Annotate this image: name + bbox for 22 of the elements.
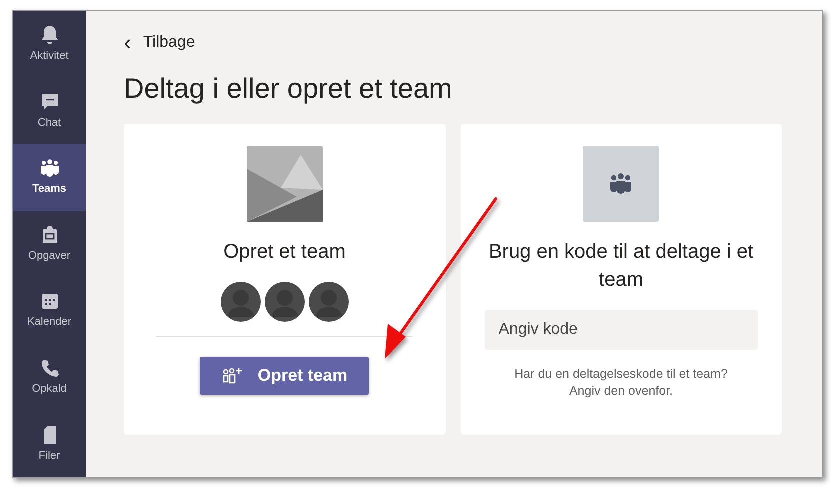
hint-text: Har du en deltagelseskode til et team? Angiv den ovenfor. bbox=[514, 366, 729, 400]
avatar-icon bbox=[220, 282, 261, 322]
teams-icon bbox=[583, 146, 660, 222]
sidebar-item[interactable]: Filer bbox=[13, 410, 86, 477]
create-team-button[interactable]: Opret team bbox=[200, 356, 370, 395]
sidebar-item[interactable]: Chat bbox=[13, 78, 86, 144]
back-link[interactable]: ‹ Tilbage bbox=[124, 31, 196, 55]
add-people-icon bbox=[222, 366, 244, 386]
avatar-icon bbox=[308, 282, 349, 322]
teams-icon bbox=[38, 157, 60, 180]
sidebar-item[interactable]: Kalender bbox=[13, 277, 86, 344]
sidebar-item[interactable]: Opgaver bbox=[13, 210, 86, 278]
code-input-field[interactable]: Angiv kode bbox=[484, 310, 758, 350]
sidebar-item[interactable]: Opkald bbox=[13, 344, 86, 410]
sidebar-item[interactable]: Aktivitet bbox=[13, 11, 86, 78]
card-heading: Brug en kode til at deltage i et team bbox=[488, 240, 755, 293]
page-title: Deltag i eller opret et team bbox=[124, 72, 454, 106]
chevron-icon: ‹ bbox=[124, 32, 132, 54]
sidebar-item[interactable]: Teams bbox=[13, 144, 86, 211]
team-image-icon bbox=[246, 146, 323, 222]
card-heading: Opret et team bbox=[224, 240, 346, 265]
avatar-icon bbox=[264, 282, 305, 322]
